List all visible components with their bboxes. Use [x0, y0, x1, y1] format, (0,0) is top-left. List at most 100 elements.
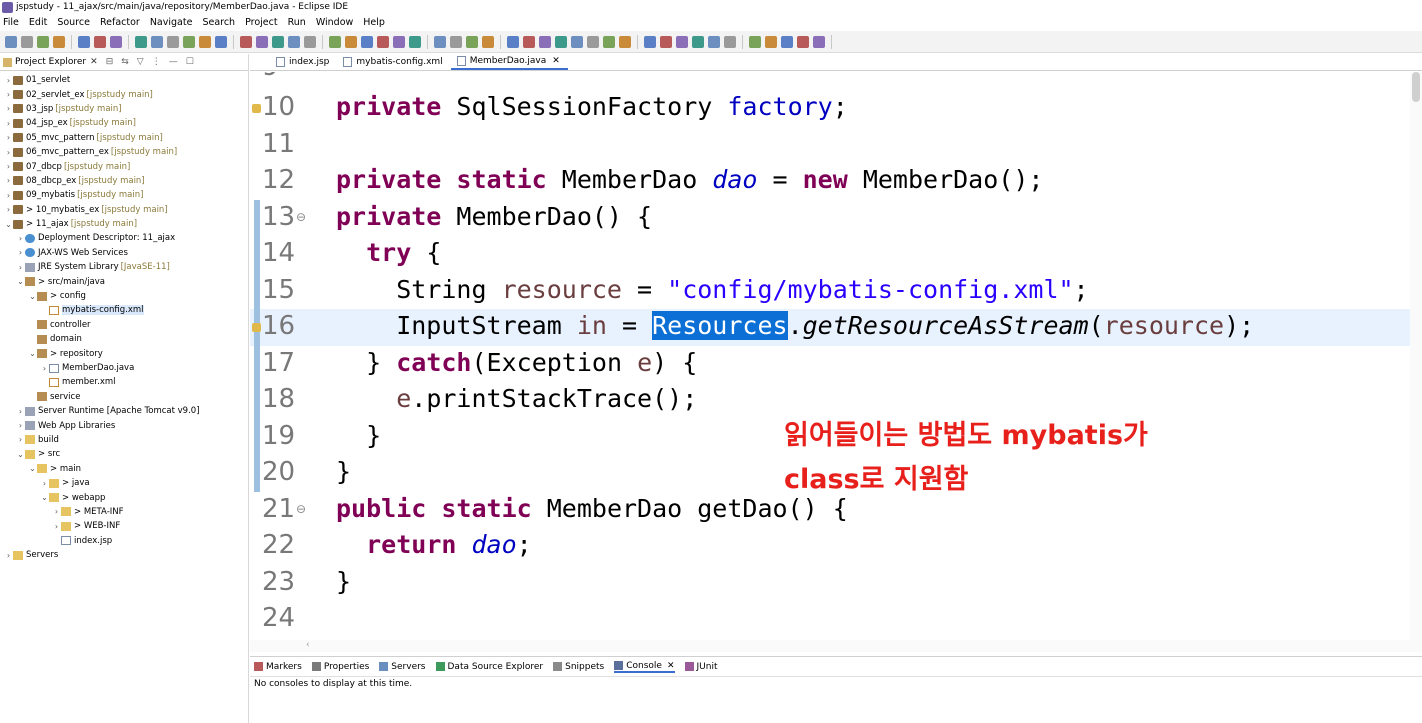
toolbar-button-icon[interactable]: [135, 35, 147, 48]
code-line[interactable]: 24: [250, 601, 1422, 638]
chevron-right-icon[interactable]: ›: [4, 191, 13, 200]
menu-edit[interactable]: Edit: [29, 17, 47, 28]
view-menu-icon[interactable]: ⋮: [152, 57, 161, 67]
toolbar-button-icon[interactable]: [288, 35, 300, 48]
toolbar-button-icon[interactable]: [329, 35, 341, 48]
toolbar-button-icon[interactable]: [199, 35, 211, 48]
code-line[interactable]: 17 } catch(Exception e) {: [250, 345, 1422, 382]
toolbar-button-icon[interactable]: [450, 35, 462, 48]
tree-item[interactable]: ⌄ > src/main/java: [0, 274, 248, 288]
toolbar-button-icon[interactable]: [434, 35, 446, 48]
tree-item[interactable]: controller: [0, 318, 248, 332]
toolbar-button-icon[interactable]: [345, 35, 357, 48]
fold-icon[interactable]: ⊖: [296, 502, 306, 516]
close-icon[interactable]: ✕: [552, 56, 560, 66]
tree-item[interactable]: service: [0, 390, 248, 404]
toolbar-button-icon[interactable]: [507, 35, 519, 48]
tree-item[interactable]: › 05_mvc_pattern [jspstudy main]: [0, 131, 248, 145]
menu-file[interactable]: File: [3, 17, 19, 28]
chevron-right-icon[interactable]: ›: [16, 407, 25, 416]
tree-item[interactable]: › 06_mvc_pattern_ex [jspstudy main]: [0, 145, 248, 159]
menu-run[interactable]: Run: [288, 17, 306, 28]
chevron-right-icon[interactable]: ›: [16, 234, 25, 243]
bottom-tab[interactable]: Snippets: [553, 662, 604, 672]
code-line[interactable]: 19 }: [250, 418, 1422, 455]
toolbar-button-icon[interactable]: [5, 35, 17, 48]
tab-project-explorer[interactable]: Project Explorer ✕: [3, 57, 98, 67]
bottom-tab[interactable]: Console ✕: [614, 661, 675, 673]
chevron-right-icon[interactable]: ›: [40, 479, 49, 488]
bottom-tab[interactable]: Properties: [311, 662, 369, 672]
code-line[interactable]: 18 e.printStackTrace();: [250, 382, 1422, 419]
tree-item[interactable]: › > 10_mybatis_ex [jspstudy main]: [0, 203, 248, 217]
bottom-tab[interactable]: Servers: [379, 662, 426, 672]
chevron-right-icon[interactable]: ›: [4, 104, 13, 113]
bottom-tab[interactable]: Markers: [254, 662, 302, 672]
code-line[interactable]: 12 private static MemberDao dao = new Mem…: [250, 163, 1422, 200]
chevron-down-icon[interactable]: ⌄: [4, 220, 13, 229]
chevron-down-icon[interactable]: ⌄: [28, 464, 37, 473]
tree-item[interactable]: › 07_dbcp [jspstudy main]: [0, 159, 248, 173]
tree-item[interactable]: ⌄ > 11_ajax [jspstudy main]: [0, 217, 248, 231]
editor-tab[interactable]: mybatis-config.xml: [337, 54, 450, 70]
editor-tab[interactable]: index.jsp: [270, 54, 337, 70]
toolbar-button-icon[interactable]: [466, 35, 478, 48]
tree-item[interactable]: › > META-INF: [0, 505, 248, 519]
tree-item[interactable]: › 02_servlet_ex [jspstudy main]: [0, 87, 248, 101]
menu-refactor[interactable]: Refactor: [100, 17, 140, 28]
toolbar-button-icon[interactable]: [167, 35, 179, 48]
toolbar-button-icon[interactable]: [215, 35, 227, 48]
chevron-right-icon[interactable]: ›: [4, 176, 13, 185]
toolbar-button-icon[interactable]: [110, 35, 122, 48]
toolbar-button-icon[interactable]: [571, 35, 583, 48]
chevron-right-icon[interactable]: ›: [4, 76, 13, 85]
tree-item[interactable]: › 09_mybatis [jspstudy main]: [0, 188, 248, 202]
maximize-icon[interactable]: ☐: [186, 57, 194, 67]
chevron-down-icon[interactable]: ⌄: [40, 493, 49, 502]
toolbar-button-icon[interactable]: [21, 35, 33, 48]
chevron-down-icon[interactable]: ⌄: [28, 292, 37, 301]
tree-item[interactable]: › Servers: [0, 548, 248, 562]
menu-help[interactable]: Help: [363, 17, 385, 28]
chevron-right-icon[interactable]: ›: [4, 148, 13, 157]
toolbar-button-icon[interactable]: [644, 35, 656, 48]
scroll-left-icon[interactable]: ‹: [306, 640, 310, 650]
tree-item[interactable]: › > java: [0, 476, 248, 490]
menu-search[interactable]: Search: [202, 17, 235, 28]
minimize-icon[interactable]: —: [169, 57, 178, 67]
toolbar-button-icon[interactable]: [813, 35, 825, 48]
chevron-right-icon[interactable]: ›: [4, 205, 13, 214]
toolbar-button-icon[interactable]: [482, 35, 494, 48]
tree-item[interactable]: index.jsp: [0, 534, 248, 548]
tree-item[interactable]: ⌄ > webapp: [0, 490, 248, 504]
toolbar-button-icon[interactable]: [797, 35, 809, 48]
code-line[interactable]: 14 try {: [250, 236, 1422, 273]
toolbar-button-icon[interactable]: [692, 35, 704, 48]
chevron-right-icon[interactable]: ›: [40, 364, 49, 373]
tree-item[interactable]: › 04_jsp_ex [jspstudy main]: [0, 116, 248, 130]
chevron-right-icon[interactable]: ›: [4, 119, 13, 128]
close-icon[interactable]: ✕: [667, 661, 675, 671]
tree-item[interactable]: › JRE System Library [JavaSE-11]: [0, 260, 248, 274]
close-icon[interactable]: ✕: [90, 57, 98, 67]
bottom-tab[interactable]: Data Source Explorer: [435, 662, 543, 672]
tree-item[interactable]: member.xml: [0, 375, 248, 389]
filter-icon[interactable]: ▽: [137, 57, 144, 67]
chevron-down-icon[interactable]: ⌄: [28, 349, 37, 358]
tree-item[interactable]: domain: [0, 332, 248, 346]
chevron-right-icon[interactable]: ›: [52, 507, 61, 516]
bottom-tab[interactable]: JUnit: [684, 662, 717, 672]
vertical-scrollbar[interactable]: [1410, 72, 1422, 652]
fold-icon[interactable]: ⊖: [296, 210, 306, 224]
toolbar-button-icon[interactable]: [94, 35, 106, 48]
toolbar-button-icon[interactable]: [619, 35, 631, 48]
toolbar-button-icon[interactable]: [304, 35, 316, 48]
tree-item[interactable]: ⌄ > repository: [0, 346, 248, 360]
code-line[interactable]: 23}: [250, 565, 1422, 602]
warning-icon[interactable]: [252, 104, 261, 113]
tree-item[interactable]: ⌄ > config: [0, 289, 248, 303]
toolbar-button-icon[interactable]: [78, 35, 90, 48]
link-editor-icon[interactable]: ⇆: [121, 57, 129, 67]
menu-navigate[interactable]: Navigate: [150, 17, 193, 28]
code-line[interactable]: 10 private SqlSessionFactory factory;: [250, 90, 1422, 127]
